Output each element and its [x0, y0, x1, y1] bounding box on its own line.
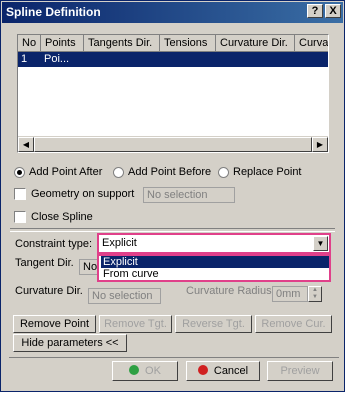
- checkbox-label: Close Spline: [31, 211, 93, 223]
- table-header: No Points Tangents Dir. Tensions Curvatu…: [18, 35, 328, 52]
- spline-definition-dialog: Spline Definition ? X No Points Tangents…: [0, 0, 345, 392]
- spin-up-icon[interactable]: ▲: [309, 287, 321, 294]
- scrollbar-thumb[interactable]: [34, 137, 312, 152]
- checkbox-icon[interactable]: [14, 188, 26, 200]
- table-cell-no: 1: [21, 53, 28, 65]
- column-header-curvature-dir[interactable]: Curvature Dir.: [216, 35, 295, 52]
- radio-replace-point[interactable]: Replace Point: [218, 166, 302, 178]
- ok-label: OK: [145, 365, 161, 377]
- curvature-dir-field[interactable]: No selection: [88, 288, 161, 304]
- column-header-curvature-radius[interactable]: Curva: [295, 35, 328, 52]
- constraint-type-select[interactable]: Explicit ▼: [97, 233, 331, 254]
- constraint-type-dropdown[interactable]: Explicit From curve: [97, 254, 331, 282]
- curvature-radius-spinner[interactable]: ▲ ▼: [308, 286, 322, 302]
- horizontal-scrollbar[interactable]: ◀ ▶: [18, 136, 328, 152]
- tangent-dir-label: Tangent Dir.: [15, 257, 74, 269]
- radio-label: Add Point After: [29, 166, 103, 178]
- radio-label: Replace Point: [233, 166, 302, 178]
- ok-button[interactable]: OK: [112, 361, 178, 381]
- scroll-right-icon[interactable]: ▶: [312, 137, 328, 152]
- column-header-no[interactable]: No: [18, 35, 41, 52]
- curvature-dir-label: Curvature Dir.: [15, 285, 83, 297]
- support-selection-field[interactable]: No selection: [143, 187, 235, 203]
- ok-icon: [129, 365, 140, 375]
- reverse-tangent-button[interactable]: Reverse Tgt.: [175, 315, 252, 333]
- curvature-radius-label: Curvature Radius: [186, 285, 272, 297]
- column-header-points[interactable]: Points: [41, 35, 84, 52]
- constraint-type-value: Explicit: [102, 237, 137, 249]
- points-table[interactable]: No Points Tangents Dir. Tensions Curvatu…: [17, 34, 329, 153]
- hide-parameters-button[interactable]: Hide parameters <<: [13, 334, 127, 352]
- radio-label: Add Point Before: [128, 166, 212, 178]
- geometry-on-support-checkbox[interactable]: Geometry on support: [14, 188, 134, 200]
- close-spline-checkbox[interactable]: Close Spline: [14, 211, 93, 223]
- cancel-label: Cancel: [213, 365, 249, 377]
- remove-tangent-button[interactable]: Remove Tgt.: [99, 315, 172, 333]
- title-bar[interactable]: Spline Definition ? X: [2, 2, 343, 23]
- preview-button[interactable]: Preview: [267, 361, 333, 381]
- table-row[interactable]: 1 Poi...: [18, 52, 328, 67]
- checkbox-icon[interactable]: [14, 211, 26, 223]
- checkbox-label: Geometry on support: [31, 188, 135, 200]
- option-explicit[interactable]: Explicit: [101, 256, 329, 268]
- scroll-left-icon[interactable]: ◀: [18, 137, 34, 152]
- chevron-down-icon[interactable]: ▼: [313, 236, 328, 251]
- separator: [10, 228, 335, 232]
- radio-add-point-after[interactable]: Add Point After: [14, 166, 102, 178]
- help-button[interactable]: ?: [307, 4, 323, 18]
- spin-down-icon[interactable]: ▼: [309, 294, 321, 301]
- cancel-button[interactable]: Cancel: [186, 361, 260, 381]
- tangent-dir-field[interactable]: No: [79, 259, 99, 275]
- remove-curvature-button[interactable]: Remove Cur.: [255, 315, 332, 333]
- table-cell-points: Poi...: [44, 53, 70, 65]
- remove-point-button[interactable]: Remove Point: [13, 315, 96, 333]
- radio-selected-icon[interactable]: [14, 166, 25, 178]
- radio-add-point-before[interactable]: Add Point Before: [113, 166, 211, 178]
- cancel-icon: [197, 365, 208, 375]
- radio-icon[interactable]: [113, 166, 124, 178]
- constraint-type-label: Constraint type:: [15, 238, 93, 250]
- close-button[interactable]: X: [325, 4, 341, 18]
- option-from-curve[interactable]: From curve: [101, 268, 329, 280]
- curvature-radius-field[interactable]: 0mm: [272, 286, 308, 302]
- column-header-tangents-dir[interactable]: Tangents Dir.: [84, 35, 160, 52]
- radio-icon[interactable]: [218, 166, 229, 178]
- column-header-tensions[interactable]: Tensions: [160, 35, 216, 52]
- window-title: Spline Definition: [6, 5, 101, 19]
